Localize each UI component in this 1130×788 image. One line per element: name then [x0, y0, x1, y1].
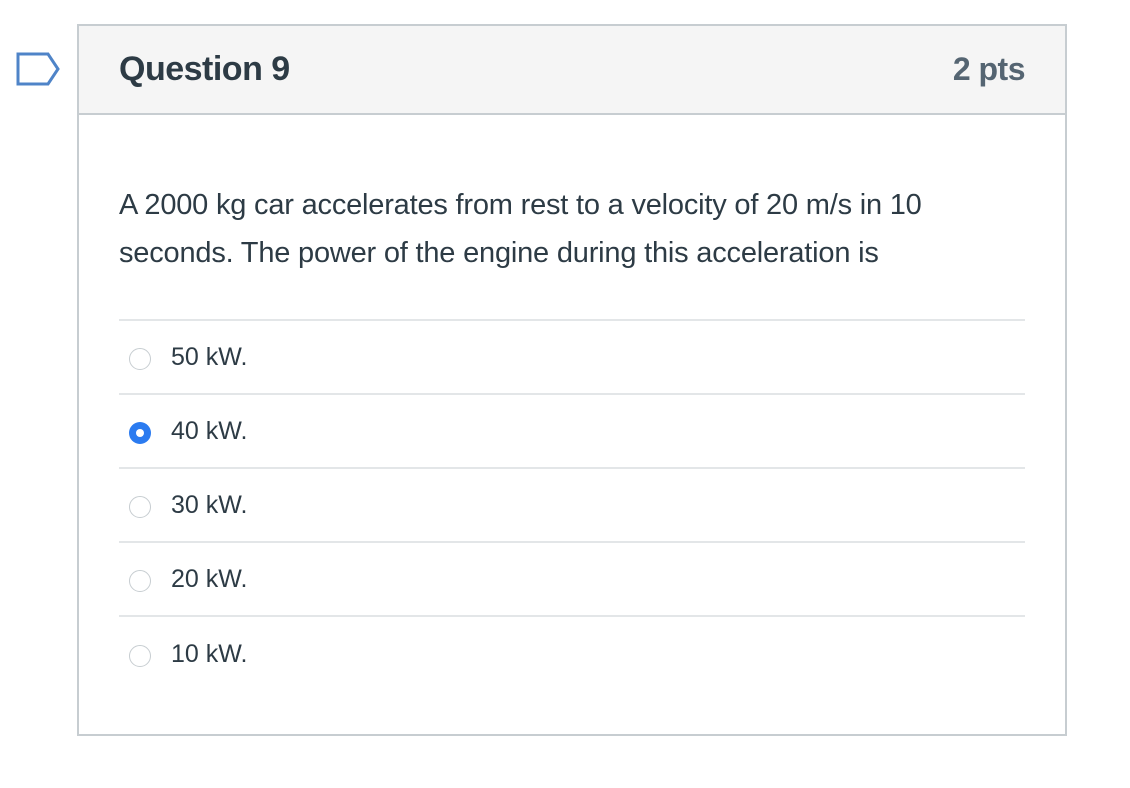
radio-button[interactable] — [129, 570, 151, 592]
question-header: Question 9 2 pts — [79, 26, 1065, 115]
answer-option[interactable]: 50 kW. — [119, 321, 1025, 395]
question-points: 2 pts — [952, 51, 1026, 87]
question-title: Question 9 — [119, 50, 290, 88]
question-text: A 2000 kg car accelerates from rest to a… — [119, 189, 922, 269]
answer-option[interactable]: 20 kW. — [119, 543, 1025, 617]
answer-label[interactable]: 30 kW. — [171, 491, 247, 520]
answer-label[interactable]: 40 kW. — [171, 417, 247, 446]
radio-button[interactable] — [129, 645, 151, 667]
radio-button[interactable] — [129, 348, 151, 370]
question-body: A 2000 kg car accelerates from rest to a… — [79, 115, 1065, 691]
answer-label[interactable]: 10 kW. — [171, 640, 247, 669]
radio-button[interactable] — [129, 422, 151, 444]
answer-label[interactable]: 50 kW. — [171, 343, 247, 372]
answer-option[interactable]: 10 kW. — [119, 617, 1025, 691]
radio-button[interactable] — [129, 496, 151, 518]
answer-option[interactable]: 40 kW. — [119, 395, 1025, 469]
flag-question-icon[interactable] — [16, 52, 60, 86]
answer-label[interactable]: 20 kW. — [171, 565, 247, 594]
question-card: Question 9 2 pts A 2000 kg car accelerat… — [77, 24, 1067, 736]
answer-list: 50 kW. 40 kW. 30 kW. 20 kW. 10 kW. — [119, 319, 1025, 691]
answer-option[interactable]: 30 kW. — [119, 469, 1025, 543]
